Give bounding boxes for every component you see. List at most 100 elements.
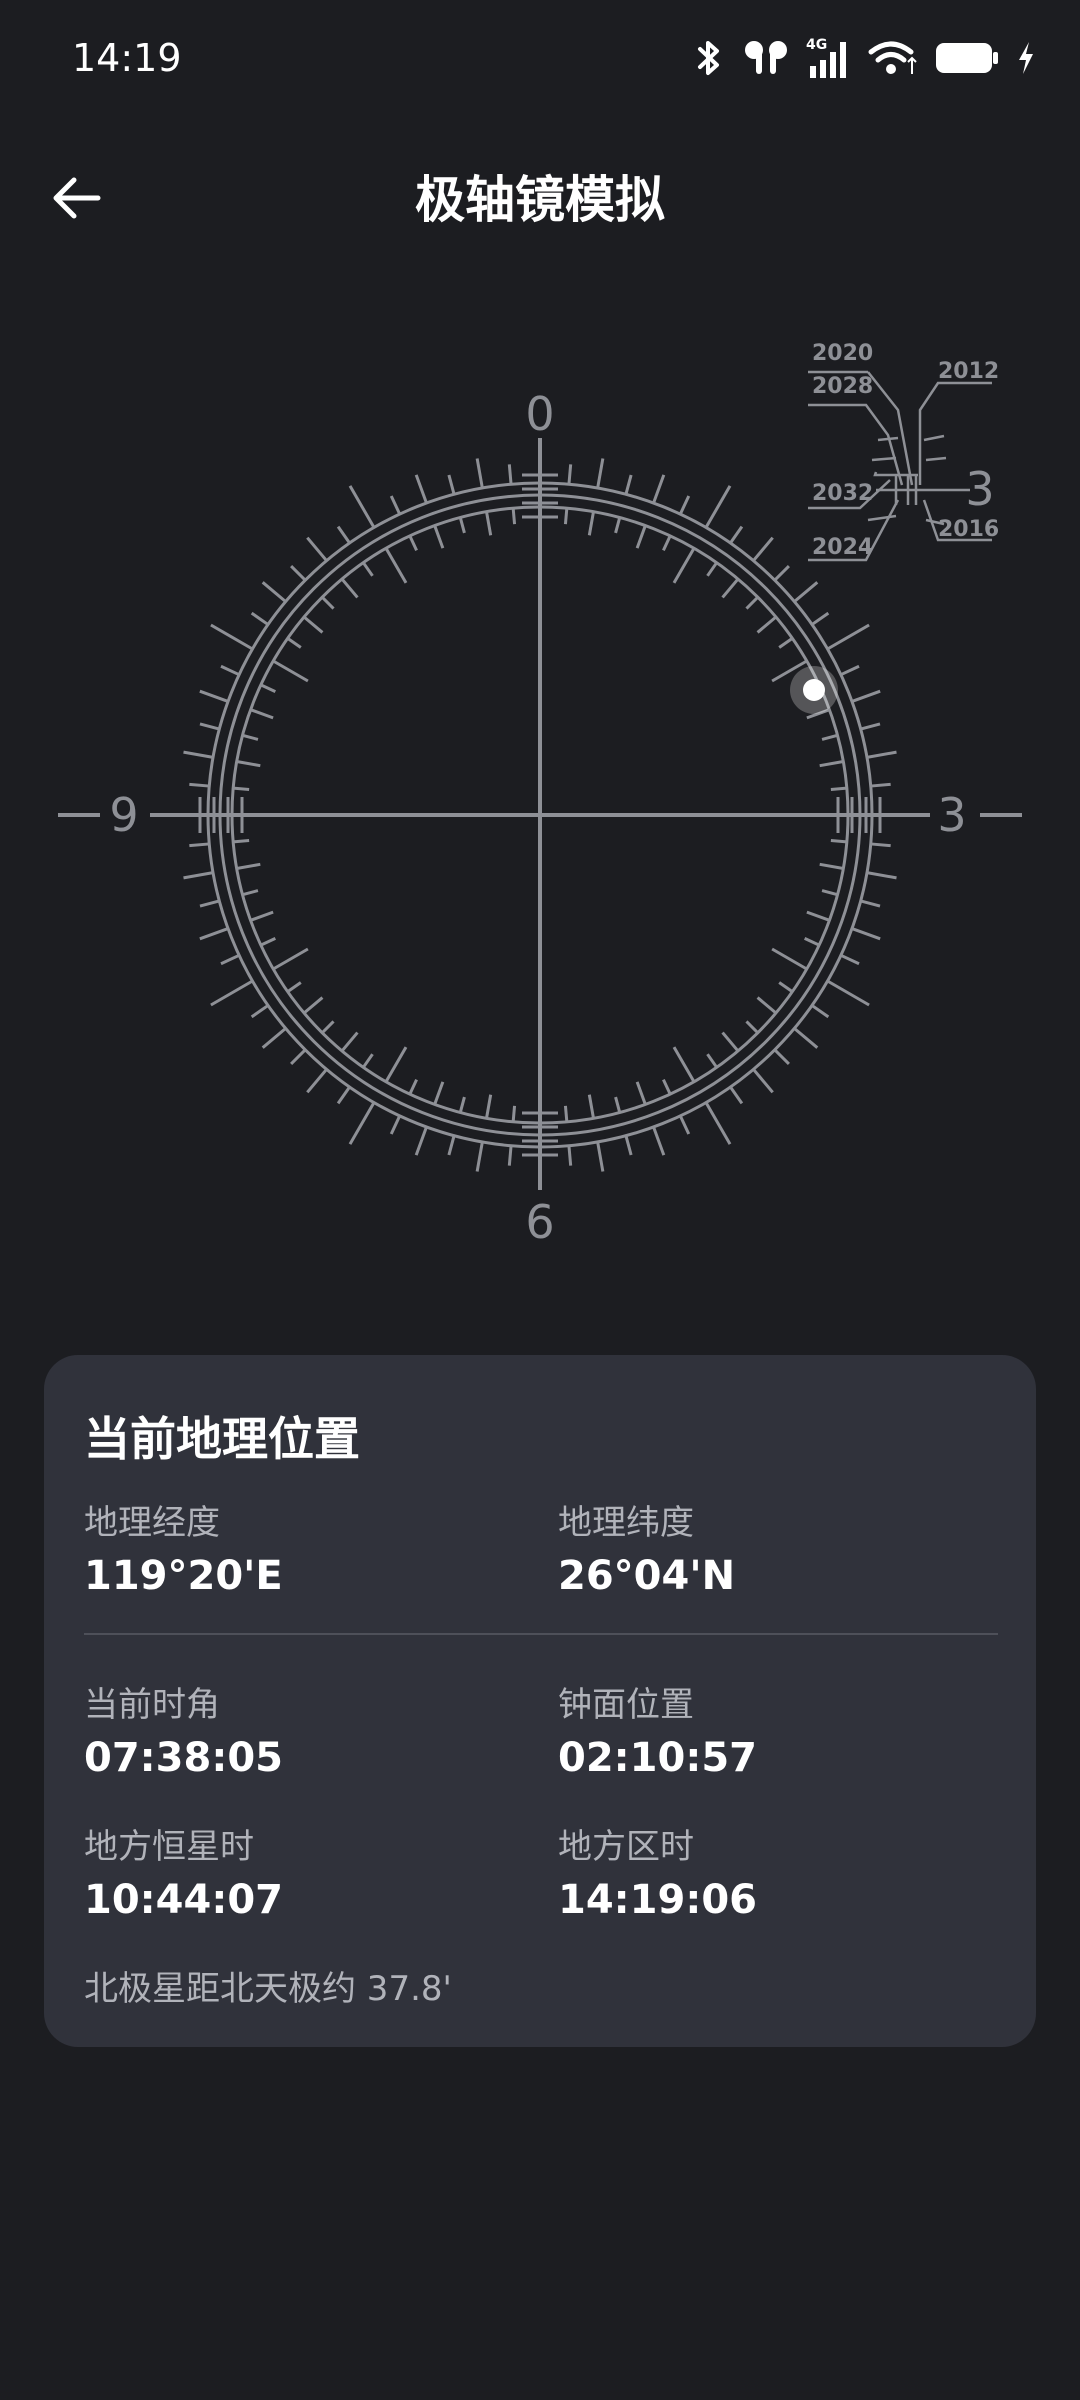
bluetooth-icon: [692, 38, 726, 78]
inner-tick: [236, 760, 261, 768]
sidereal-time-label: 地方恒星时: [84, 1827, 254, 1867]
outer-tick: [851, 689, 881, 703]
inner-tick: [340, 578, 359, 599]
inner-tick: [458, 517, 466, 534]
outer-tick: [840, 953, 860, 966]
outer-tick: [793, 1027, 819, 1049]
inner-tick: [384, 1046, 408, 1083]
inner-tick: [756, 615, 777, 634]
inner-tick: [672, 1046, 696, 1083]
outer-tick: [678, 1115, 691, 1135]
outer-tick: [567, 464, 573, 485]
outer-tick: [210, 979, 254, 1007]
year-2012: 2012: [938, 359, 999, 384]
inner-tick: [819, 862, 844, 870]
outer-tick: [414, 1126, 428, 1156]
outer-tick: [866, 871, 897, 880]
inner-tick: [662, 1079, 672, 1095]
outer-tick: [199, 689, 229, 703]
inner-tick: [563, 1105, 569, 1122]
inner-tick: [242, 733, 259, 741]
inner-tick: [485, 1094, 493, 1119]
inner-tick: [250, 708, 274, 720]
screen: 14:19 4G 极轴镜模拟 0 6 9 3 2020 2028 2032 20…: [0, 0, 1080, 2400]
outer-tick: [773, 1048, 790, 1065]
year-2032: 2032: [812, 481, 873, 506]
charging-icon: [1016, 40, 1036, 76]
inner-tick: [614, 517, 622, 534]
outer-tick: [840, 664, 860, 677]
outer-tick: [811, 1004, 830, 1019]
outer-tick: [306, 1068, 328, 1094]
outer-tick: [704, 1101, 732, 1145]
outer-tick: [729, 1086, 744, 1105]
inner-tick: [233, 838, 250, 844]
sidereal-time-value: 10:44:07: [84, 1877, 283, 1923]
outer-tick: [220, 664, 240, 677]
card-title: 当前地理位置: [84, 1412, 360, 1466]
reticle-label-9: 9: [109, 788, 138, 842]
outer-tick: [210, 623, 254, 651]
inner-tick: [272, 659, 309, 683]
hour-angle-value: 07:38:05: [84, 1735, 283, 1781]
clock-position-value: 02:10:57: [558, 1735, 757, 1781]
outer-tick: [567, 1145, 573, 1166]
longitude-value: 119°20'E: [84, 1553, 283, 1599]
outer-tick: [199, 927, 229, 941]
hour-angle-label: 当前时角: [84, 1685, 220, 1725]
outer-tick: [189, 782, 210, 788]
outer-tick: [336, 1086, 351, 1105]
outer-tick: [624, 1135, 633, 1156]
outer-tick: [475, 458, 484, 489]
outer-tick: [596, 458, 605, 489]
inner-tick: [485, 511, 493, 536]
outer-tick: [261, 581, 287, 603]
inner-tick: [286, 637, 302, 649]
outer-tick: [596, 1141, 605, 1172]
inner-tick: [635, 525, 647, 549]
outer-tick: [870, 842, 891, 848]
outer-tick: [336, 525, 351, 544]
inner-tick: [778, 637, 794, 649]
inner-tick: [303, 996, 324, 1015]
polar-scope-reticle: 0 6 9 3 2020 2028 2032 2024 2012 2016 3: [58, 341, 1022, 1250]
outer-tick: [447, 474, 456, 495]
page-title: 极轴镜模拟: [415, 171, 665, 229]
inner-tick: [384, 547, 408, 584]
outer-tick: [624, 474, 633, 495]
inner-tick: [821, 889, 838, 897]
inner-tick: [260, 683, 276, 693]
outer-tick: [773, 565, 790, 582]
outer-tick: [811, 611, 830, 626]
outer-tick: [793, 581, 819, 603]
battery-icon: [934, 40, 1000, 76]
outer-tick: [220, 953, 240, 966]
outer-tick: [826, 979, 870, 1007]
outer-tick: [866, 750, 897, 759]
outer-tick: [348, 1101, 376, 1145]
inner-tick: [745, 596, 759, 610]
header: 极轴镜模拟: [0, 150, 1080, 250]
outer-tick: [389, 495, 402, 515]
outer-tick: [290, 1048, 307, 1065]
inner-tick: [771, 947, 808, 971]
inner-tick: [408, 535, 418, 551]
inner-tick: [662, 535, 672, 551]
inner-tick: [745, 1020, 759, 1034]
inner-tick: [706, 1053, 718, 1069]
year-2020: 2020: [812, 341, 873, 366]
outer-tick: [507, 464, 513, 485]
inner-tick: [756, 996, 777, 1015]
outer-tick: [348, 485, 376, 529]
inner-tick: [362, 561, 374, 577]
latitude-value: 26°04'N: [558, 1553, 736, 1599]
inner-tick: [721, 578, 740, 599]
outer-tick: [678, 495, 691, 515]
inner-tick: [511, 508, 517, 525]
location-info-card: 当前地理位置 地理经度 119°20'E 地理纬度 26°04'N 当前时角 0…: [44, 1355, 1036, 2047]
outer-tick: [199, 722, 220, 731]
wifi-icon: [868, 38, 918, 78]
outer-tick: [752, 1068, 774, 1094]
inner-tick: [433, 1081, 445, 1105]
outer-tick: [507, 1145, 513, 1166]
